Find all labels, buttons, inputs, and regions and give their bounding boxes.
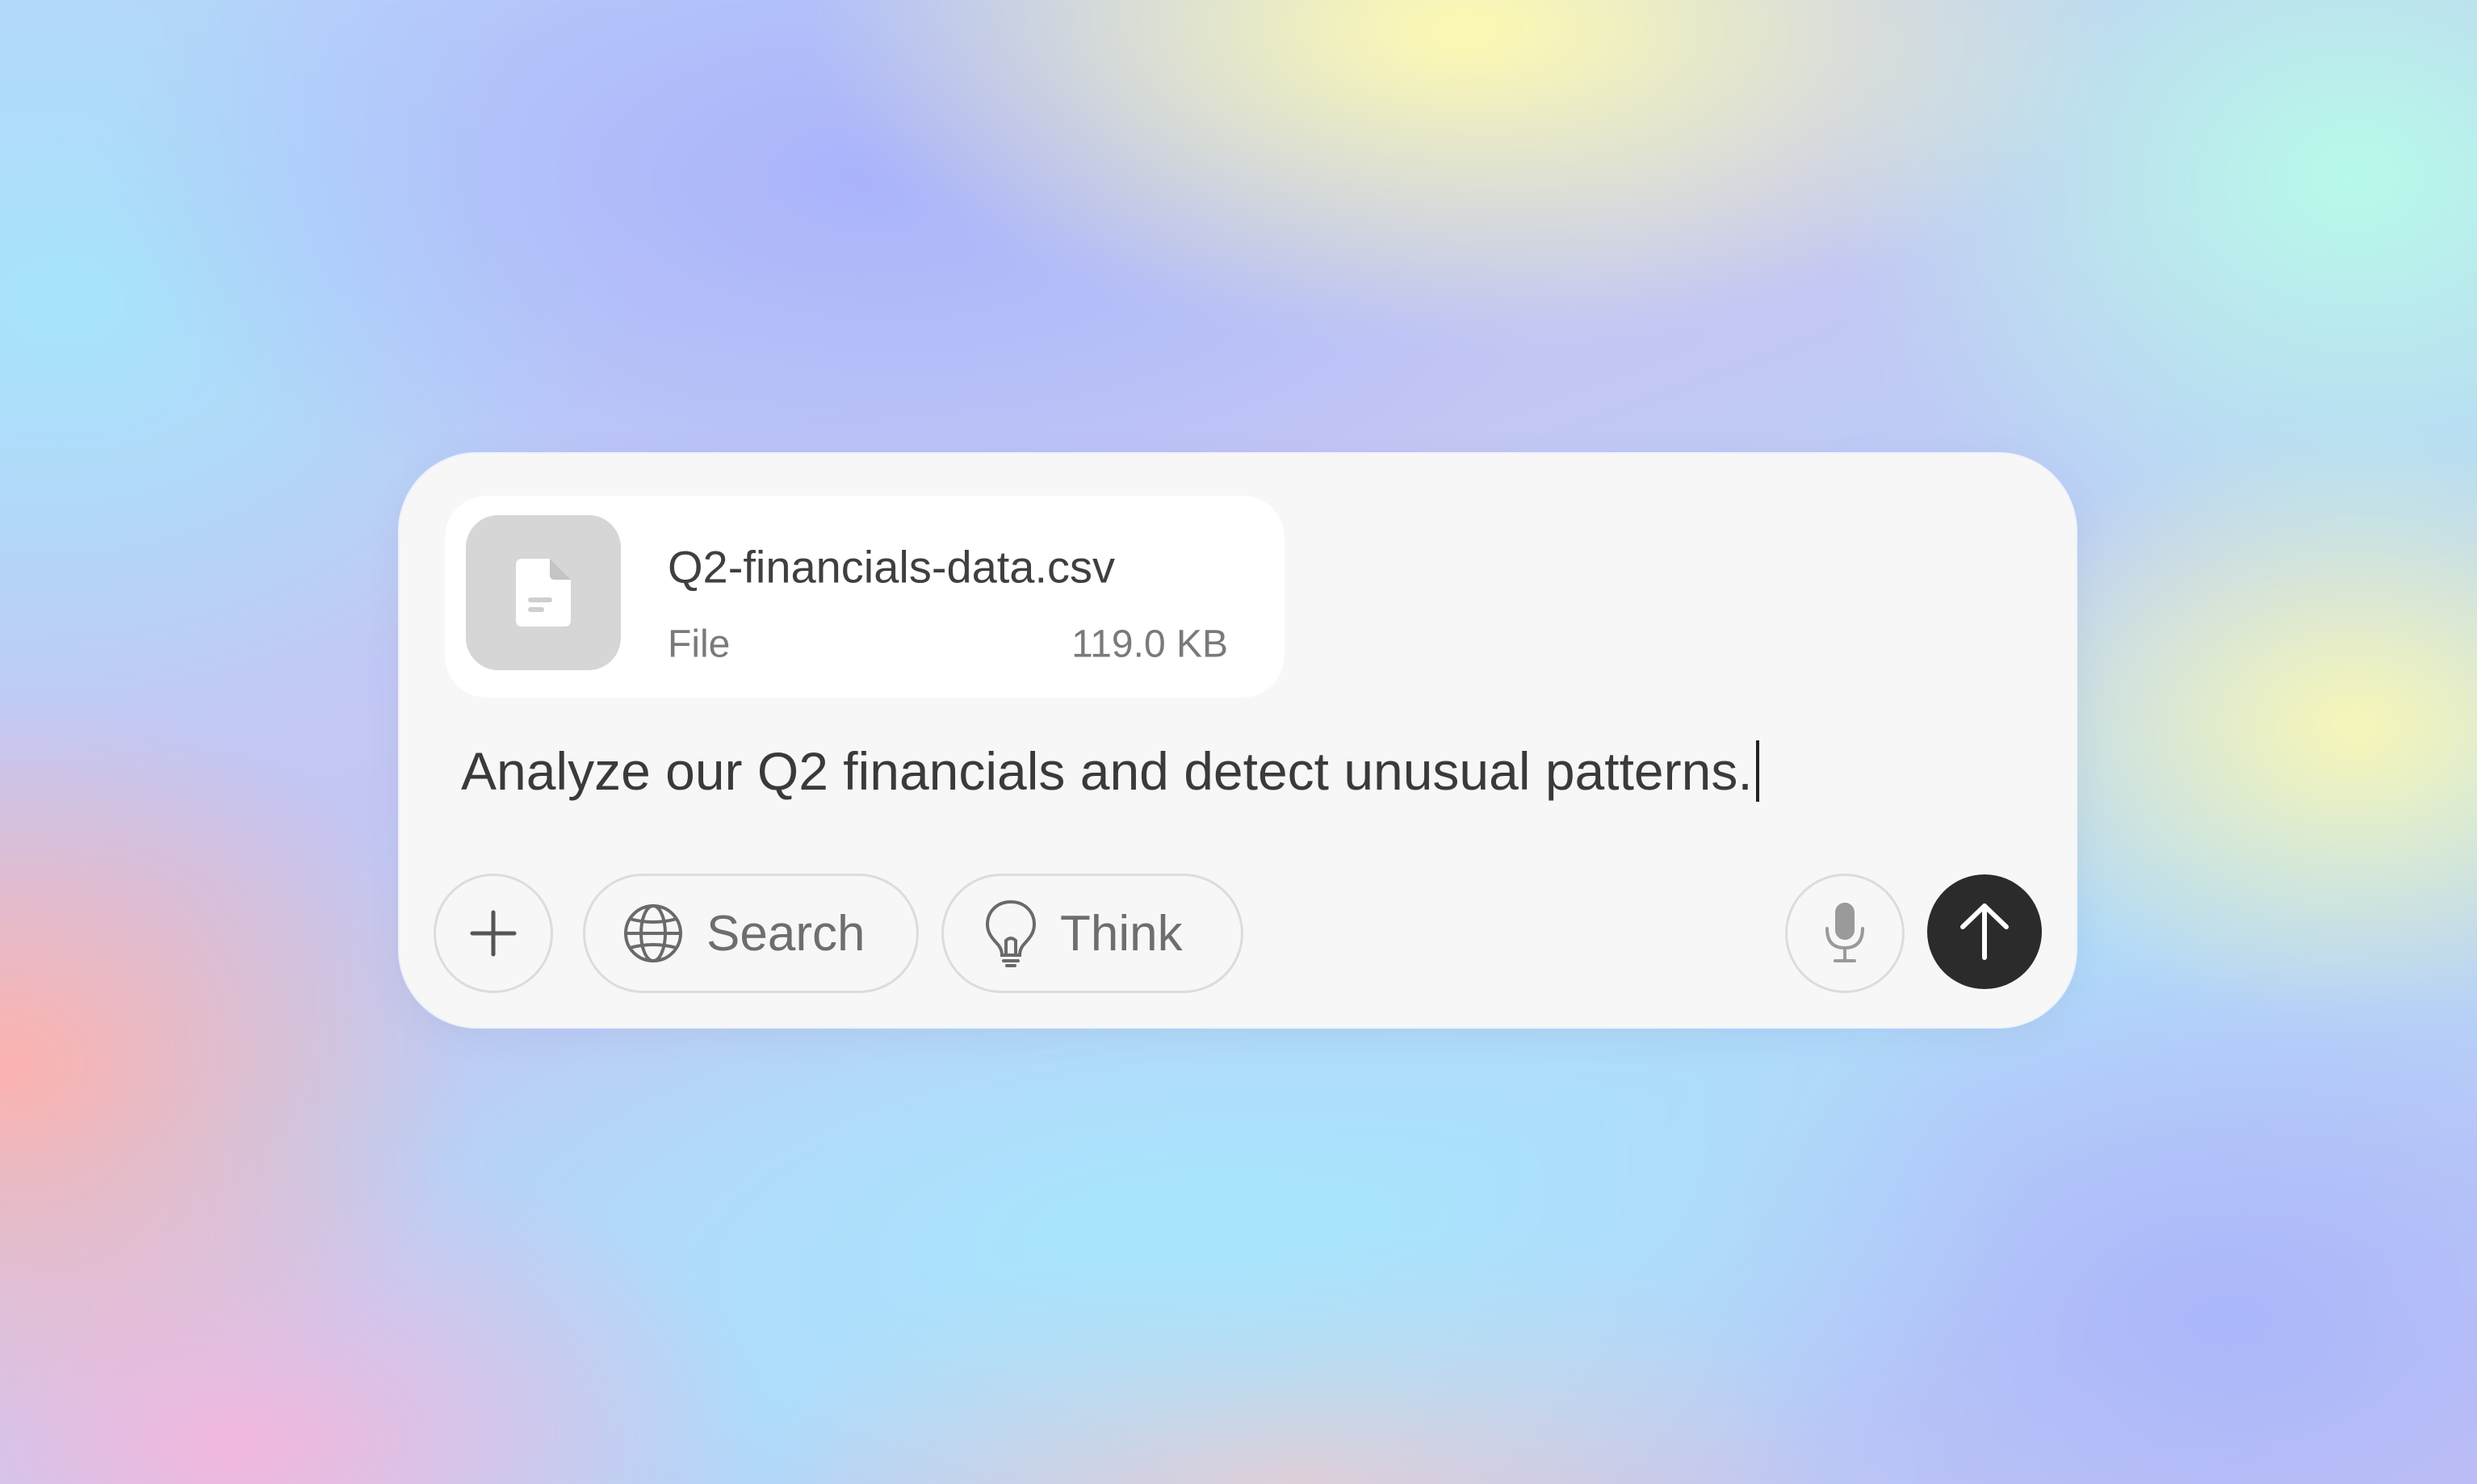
file-size-label: 119.0 KB: [1071, 623, 1228, 666]
arrow-up-icon: [1956, 901, 2013, 962]
microphone-icon: [1822, 901, 1867, 966]
think-button-label: Think: [1060, 905, 1183, 962]
document-icon: [516, 559, 571, 627]
add-attachment-button[interactable]: [434, 874, 553, 993]
globe-icon: [622, 903, 684, 964]
file-name: Q2-financials-data.csv: [668, 541, 1116, 593]
think-button[interactable]: Think: [941, 874, 1243, 993]
lightbulb-icon: [984, 899, 1037, 968]
prompt-composer: Q2-financials-data.csv File 119.0 KB Ana…: [400, 454, 2076, 1027]
prompt-input[interactable]: Analyze our Q2 financials and detect unu…: [461, 740, 1759, 802]
send-button[interactable]: [1927, 874, 2042, 989]
file-type-label: File: [668, 623, 731, 666]
file-attachment-card[interactable]: Q2-financials-data.csv File 119.0 KB: [445, 496, 1285, 698]
voice-input-button[interactable]: [1785, 874, 1905, 993]
prompt-text: Analyze our Q2 financials and detect unu…: [461, 741, 1753, 801]
search-button[interactable]: Search: [583, 874, 919, 993]
plus-icon: [469, 909, 518, 958]
file-thumbnail: [466, 515, 621, 670]
search-button-label: Search: [706, 905, 865, 962]
text-cursor: [1755, 740, 1759, 802]
